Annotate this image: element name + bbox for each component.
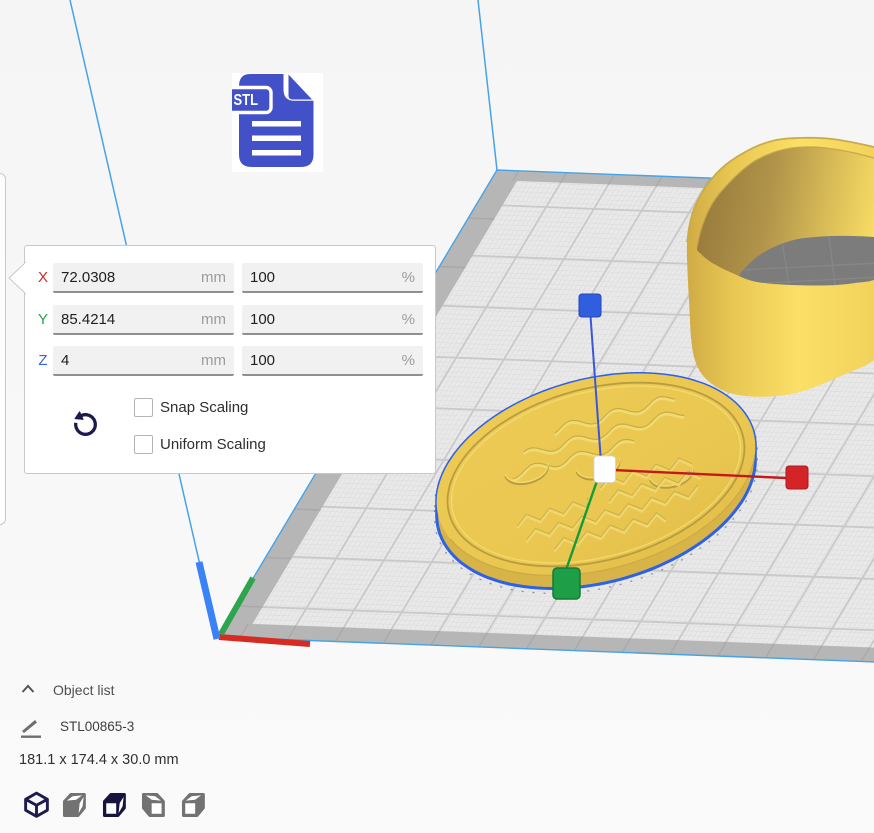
- svg-text:STL: STL: [234, 92, 259, 109]
